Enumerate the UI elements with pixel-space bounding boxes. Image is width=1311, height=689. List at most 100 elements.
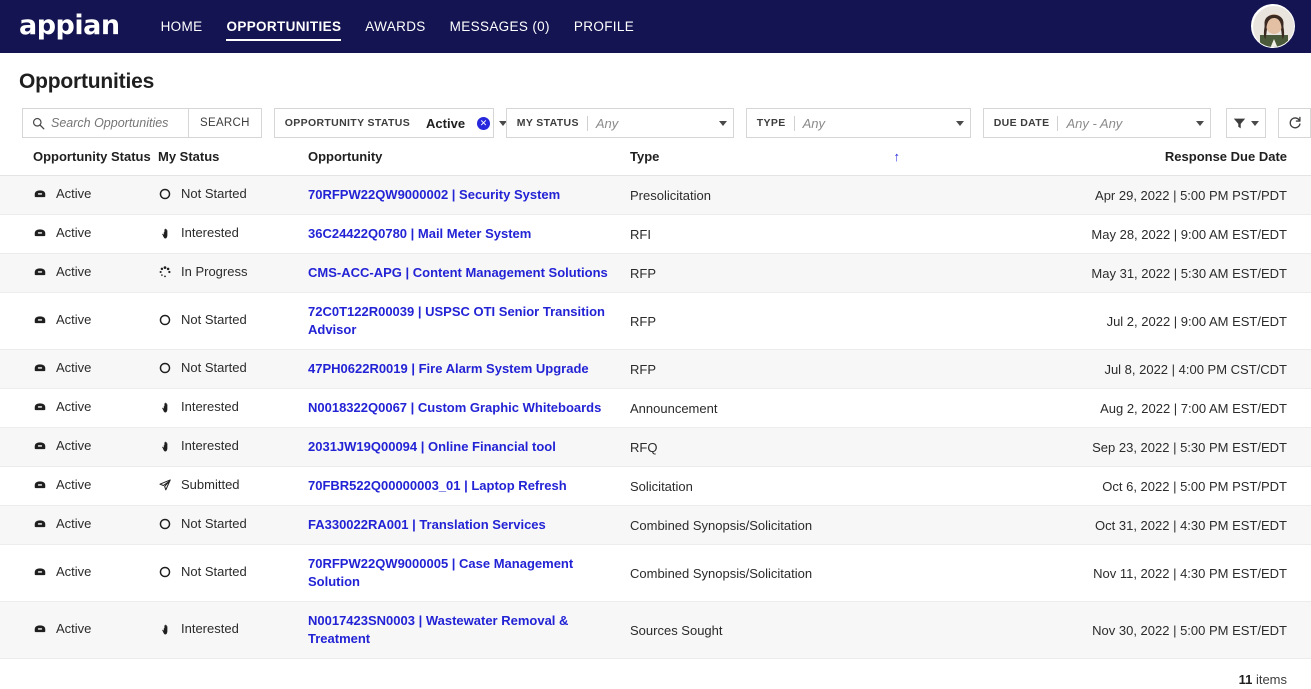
table-row[interactable]: Active Not Started 70RFPW22QW9000002 | Sec…	[0, 175, 1311, 215]
nav-item-messages-0[interactable]: MESSAGES (0)	[450, 0, 550, 53]
item-count-footer: 11 items	[0, 659, 1311, 687]
column-header-my-status[interactable]: My Status	[158, 149, 308, 176]
sort-ascending-icon[interactable]: ↑	[894, 149, 1011, 164]
cell-response-due-date: Oct 6, 2022 | 5:00 PM PST/PDT	[1010, 466, 1311, 506]
table-row[interactable]: Active Not Started 70RFPW22QW9000005 | Cas…	[0, 544, 1311, 602]
my-status-label: Interested	[181, 621, 239, 637]
circle-icon	[159, 566, 171, 578]
chevron-down-icon[interactable]	[718, 120, 727, 126]
table-row[interactable]: Active Interested N0018322Q0067 | Custom G…	[0, 388, 1311, 428]
filter-type-label: TYPE	[756, 117, 786, 129]
appian-logo[interactable]: appian	[19, 12, 120, 39]
inbox-icon	[34, 364, 46, 371]
cell-my-status: Not Started	[158, 349, 308, 389]
my-status-label: Not Started	[181, 312, 247, 328]
nav-item-awards[interactable]: AWARDS	[365, 0, 425, 53]
cell-my-status: Interested	[158, 427, 308, 467]
opportunity-link[interactable]: 70FBR522Q00000003_01 | Laptop Refresh	[308, 477, 567, 495]
filter-opportunity-status-clear-icon[interactable]: ✕	[477, 116, 491, 130]
opportunity-link[interactable]: FA330022RA001 | Translation Services	[308, 516, 546, 534]
filter-type[interactable]: TYPE Any	[745, 108, 971, 138]
cell-opportunity-status: Active	[0, 253, 158, 293]
search-input[interactable]	[51, 116, 181, 130]
main-nav: HOME OPPORTUNITIES AWARDS MESSAGES (0) PROFI…	[161, 0, 659, 53]
item-count-label: items	[1255, 672, 1287, 687]
table-row[interactable]: Active Interested 2031JW19Q00094 | Online …	[0, 427, 1311, 467]
table-row[interactable]: Active Submitted 70FBR522Q00000003_01 | La…	[0, 466, 1311, 506]
cell-type: RFP	[630, 253, 1010, 293]
nav-item-home[interactable]: HOME	[161, 0, 203, 53]
status-badge: Active	[33, 621, 91, 636]
status-badge: Active	[33, 225, 91, 240]
status-label: Active	[56, 516, 92, 532]
cell-opportunity: 70FBR522Q00000003_01 | Laptop Refresh	[308, 466, 630, 506]
chevron-down-icon[interactable]	[1195, 120, 1204, 126]
search-group: SEARCH	[22, 108, 262, 138]
filter-my-status[interactable]: MY STATUS Any	[505, 108, 734, 138]
column-header-type[interactable]: Type ↑	[630, 149, 1010, 176]
status-badge: Active	[33, 312, 91, 327]
cell-response-due-date: May 28, 2022 | 9:00 AM EST/EDT	[1010, 214, 1311, 254]
table-row[interactable]: Active Interested 36C24422Q0780 | Mail Met…	[0, 214, 1311, 254]
cell-opportunity: 70RFPW22QW9000002 | Security System	[308, 175, 630, 215]
nav-item-opportunities[interactable]: OPPORTUNITIES	[226, 0, 342, 53]
inbox-icon	[34, 625, 46, 632]
cell-type: Combined Synopsis/Solicitation	[630, 505, 1010, 545]
column-header-opportunity-status[interactable]: Opportunity Status	[0, 149, 158, 176]
table-row[interactable]: Active Not Started 47PH0622R0019 | Fire Al…	[0, 349, 1311, 389]
table-body: Active Not Started 70RFPW22QW9000002 | Sec…	[0, 175, 1311, 659]
hand-icon	[162, 402, 168, 413]
opportunity-link[interactable]: 72C0T122R00039 | USPSC OTI Senior Transi…	[308, 303, 608, 339]
filter-my-status-label: MY STATUS	[516, 117, 579, 129]
refresh-button[interactable]	[1278, 108, 1311, 138]
table-row[interactable]: Active Interested N0017423SN0003 | Wastewa…	[0, 601, 1311, 659]
funnel-icon	[1233, 118, 1246, 128]
inbox-icon	[34, 520, 46, 527]
opportunity-link[interactable]: 2031JW19Q00094 | Online Financial tool	[308, 438, 556, 456]
column-header-opportunity[interactable]: Opportunity	[308, 149, 630, 176]
cell-opportunity: N0017423SN0003 | Wastewater Removal & Tr…	[308, 601, 630, 659]
opportunity-link[interactable]: N0017423SN0003 | Wastewater Removal & Tr…	[308, 612, 608, 648]
table-row[interactable]: Active Not Started 72C0T122R00039 | USPSC …	[0, 292, 1311, 350]
column-header-response-due-date[interactable]: Response Due Date	[1010, 149, 1311, 176]
avatar[interactable]	[1251, 4, 1295, 48]
status-badge: Active	[33, 438, 91, 453]
cell-type: Solicitation	[630, 466, 1010, 506]
opportunities-table: Opportunity Status My Status Opportunity…	[0, 149, 1311, 659]
my-status-badge: Not Started	[158, 564, 247, 579]
cell-type: Combined Synopsis/Solicitation	[630, 544, 1010, 602]
filter-opportunity-status[interactable]: OPPORTUNITY STATUS Active ✕	[273, 108, 508, 138]
chevron-down-icon[interactable]	[955, 120, 964, 126]
my-status-badge: Interested	[158, 621, 239, 636]
search-box[interactable]	[22, 108, 188, 138]
table-row[interactable]: Active Not Started FA330022RA001 | Transla…	[0, 505, 1311, 545]
opportunity-link[interactable]: 36C24422Q0780 | Mail Meter System	[308, 225, 531, 243]
filter-menu-button[interactable]	[1226, 108, 1266, 138]
opportunity-link[interactable]: 70RFPW22QW9000002 | Security System	[308, 186, 560, 204]
my-status-badge: In Progress	[158, 264, 247, 279]
filter-type-value: Any	[802, 115, 825, 131]
search-button[interactable]: SEARCH	[188, 108, 262, 138]
circle-icon	[159, 314, 171, 326]
cell-opportunity-status: Active	[0, 214, 158, 254]
table-head: Opportunity Status My Status Opportunity…	[0, 149, 1311, 176]
opportunity-link[interactable]: 47PH0622R0019 | Fire Alarm System Upgrad…	[308, 360, 589, 378]
nav-item-profile[interactable]: PROFILE	[574, 0, 634, 53]
opportunity-link[interactable]: 70RFPW22QW9000005 | Case Management Solu…	[308, 555, 608, 591]
filter-separator	[793, 115, 795, 131]
table-row[interactable]: Active In Progress CMS-ACC-APG | Content M…	[0, 253, 1311, 293]
cell-my-status: In Progress	[158, 253, 308, 293]
table-header-row: Opportunity Status My Status Opportunity…	[0, 149, 1311, 176]
inbox-icon	[34, 268, 46, 275]
cell-my-status: Not Started	[158, 292, 308, 350]
cell-response-due-date: Aug 2, 2022 | 7:00 AM EST/EDT	[1010, 388, 1311, 428]
my-status-badge: Not Started	[158, 516, 247, 531]
opportunity-link[interactable]: N0018322Q0067 | Custom Graphic Whiteboar…	[308, 399, 601, 417]
status-label: Active	[56, 564, 92, 580]
status-badge: Active	[33, 360, 91, 375]
filter-due-date[interactable]: DUE DATE Any - Any	[982, 108, 1211, 138]
status-label: Active	[56, 225, 92, 241]
my-status-label: Not Started	[181, 516, 247, 532]
opportunity-link[interactable]: CMS-ACC-APG | Content Management Solutio…	[308, 264, 608, 282]
my-status-badge: Submitted	[158, 477, 240, 492]
